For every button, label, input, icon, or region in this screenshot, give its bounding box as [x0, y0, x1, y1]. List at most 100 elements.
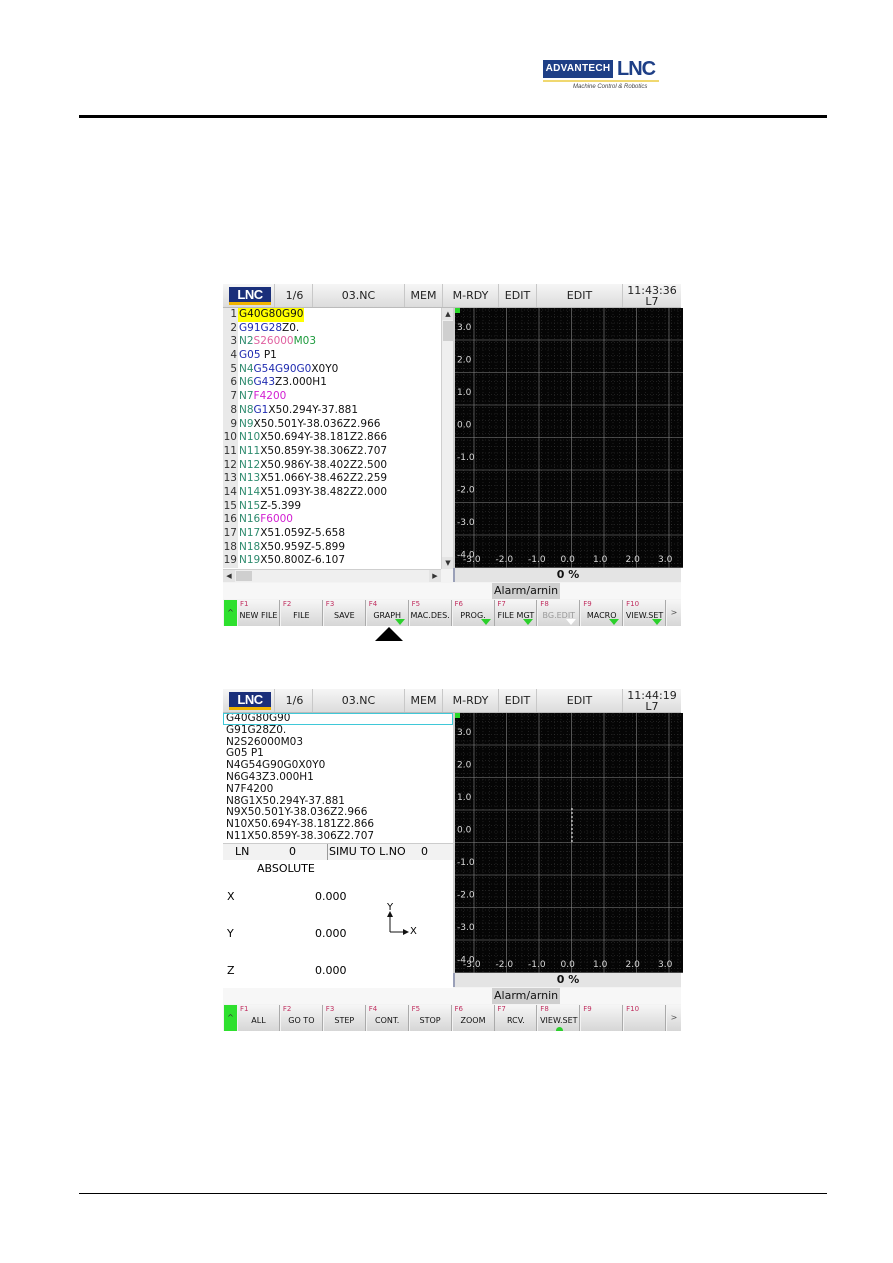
code-token: N11: [239, 444, 261, 457]
status-bar: LNC 1/6 03.NC MEM M-RDY EDIT EDIT 11:44:…: [223, 689, 681, 713]
submenu-indicator-icon: [652, 619, 663, 625]
y-tick-label: 3.0: [457, 728, 472, 738]
program-line[interactable]: N7F4200: [223, 783, 453, 796]
line-number: 3: [223, 335, 238, 350]
function-key-label: F5: [411, 1005, 421, 1013]
softkey-up-button[interactable]: ^: [224, 1005, 237, 1031]
alarm-warning-tab[interactable]: Alarm/arnin: [492, 988, 561, 1004]
softkey-f6[interactable]: F6 ZOOM: [452, 1005, 495, 1031]
program-listing[interactable]: 1 G40G80G90 2 G91G28Z0. 3 N2S26000M03 4 G05 P1 5…: [223, 308, 441, 569]
softkey-label: STOP: [419, 1016, 441, 1025]
softkey-f6[interactable]: F6 PROG.: [452, 600, 495, 626]
program-line[interactable]: 11 N11X50.859Y-38.306Z2.707: [223, 444, 441, 459]
program-line[interactable]: 17 N17X51.059Z-5.658: [223, 527, 441, 541]
softkey-more-button[interactable]: >: [667, 600, 681, 626]
program-line[interactable]: 3 N2S26000M03: [223, 335, 441, 350]
softkey-f2[interactable]: F2 GO TO: [280, 1005, 323, 1031]
softkey-f4[interactable]: F4 CONT.: [366, 1005, 409, 1031]
simu-to-line-value[interactable]: 0: [421, 844, 428, 860]
x-tick-label: -2.0: [496, 555, 514, 565]
horizontal-scrollbar[interactable]: ◀ ▶: [223, 569, 441, 582]
program-listing[interactable]: G40G80G90 G91G28Z0. N2S26000M03 G05 P1 N4G54…: [223, 713, 453, 843]
program-line[interactable]: 10 N10X50.694Y-38.181Z2.866: [223, 431, 441, 445]
line-code: N13X51.066Y-38.462Z2.259: [238, 472, 387, 486]
softkey-f10[interactable]: F10 VIEW.SET: [624, 600, 667, 626]
program-line[interactable]: 18 N18X50.959Z-5.899: [223, 540, 441, 555]
program-line[interactable]: N11X50.859Y-38.306Z2.707: [223, 830, 453, 843]
softkey-f1[interactable]: F1 NEW FILE: [238, 600, 280, 626]
cnc-edit-screen: LNC 1/6 03.NC MEM M-RDY EDIT EDIT 11:43:…: [223, 284, 683, 626]
code-token: N2: [239, 335, 254, 348]
program-line[interactable]: 16 N16F6000: [223, 513, 441, 528]
program-line[interactable]: 9 N9X50.501Y-38.036Z2.966: [223, 417, 441, 432]
softkey-f9[interactable]: F9: [581, 1005, 624, 1031]
x-tick-label: 0.0: [561, 960, 576, 970]
softkey-f3[interactable]: F3 SAVE: [323, 600, 366, 626]
softkey-f5[interactable]: F5 STOP: [409, 1005, 452, 1031]
scroll-thumb[interactable]: [443, 321, 453, 341]
program-line[interactable]: 5 N4G54G90G0X0Y0: [223, 362, 441, 377]
function-key-label: F1: [240, 1005, 249, 1013]
program-line[interactable]: N6G43Z3.000H1: [223, 771, 453, 784]
program-line[interactable]: G91G28Z0.: [223, 724, 453, 737]
machine-status: M-RDY: [443, 284, 499, 307]
program-line[interactable]: 19 N19X50.800Z-6.107: [223, 554, 441, 569]
softkey-f9[interactable]: F9 MACRO: [581, 600, 624, 626]
program-line[interactable]: 12 N12X50.986Y-38.402Z2.500: [223, 458, 441, 473]
origin-marker: [455, 308, 460, 313]
softkey-f1[interactable]: F1 ALL: [238, 1005, 280, 1031]
line-number: 4: [223, 349, 238, 363]
function-key-label: F8: [540, 600, 549, 608]
toolpath-graph[interactable]: 3.0 2.0 1.0 0.0 -1.0 -2.0 -3.0 -4.0 -3.0 -2.0 -1.0…: [453, 308, 683, 568]
program-line[interactable]: 8 N8G1X50.294Y-37.881: [223, 403, 441, 418]
softkey-up-button[interactable]: ^: [224, 600, 237, 626]
axis-y-label: Y: [227, 927, 234, 940]
softkey-label: GO TO: [288, 1016, 315, 1025]
line-code: N16F6000: [238, 513, 293, 527]
program-line[interactable]: 1 G40G80G90: [223, 308, 441, 322]
operation-mode-detail: EDIT: [537, 284, 623, 307]
program-line[interactable]: 4 G05 P1: [223, 349, 441, 363]
softkey-bar: ^ F1 NEW FILE F2 FILE F3 SAVE F4 GRAPH F5 MAC.DES…: [223, 600, 681, 626]
line-code: N9X50.501Y-38.036Z2.966: [238, 418, 380, 432]
program-line[interactable]: 13 N13X51.066Y-38.462Z2.259: [223, 472, 441, 486]
softkey-f5[interactable]: F5 MAC.DES.: [409, 600, 452, 626]
line-number: 19: [223, 554, 238, 569]
program-line[interactable]: 15 N15Z-5.399: [223, 499, 441, 514]
softkey-f7[interactable]: F7 FILE MGT: [495, 600, 538, 626]
softkey-f7[interactable]: F7 RCV.: [495, 1005, 538, 1031]
line-code: N4G54G90G0X0Y0: [238, 363, 338, 377]
program-line[interactable]: 6 N6G43Z3.000H1: [223, 376, 441, 391]
code-token: Z0.: [282, 321, 300, 334]
program-line[interactable]: 14 N14X51.093Y-38.482Z2.000: [223, 485, 441, 500]
softkey-label: NEW FILE: [239, 611, 278, 620]
scroll-thumb[interactable]: [236, 571, 252, 581]
softkey-label: MAC.DES.: [410, 611, 450, 620]
code-token: N12: [239, 458, 261, 471]
code-token: X0Y0: [311, 362, 339, 375]
line-code: N18X50.959Z-5.899: [238, 541, 345, 555]
program-line[interactable]: 2 G91G28Z0.: [223, 321, 441, 336]
page-indicator: 1/6: [277, 284, 313, 307]
function-key-label: F5: [411, 600, 421, 608]
y-tick-label: -2.0: [457, 486, 475, 496]
code-token: G1: [253, 403, 269, 416]
line-number: 8: [223, 403, 238, 418]
softkey-f3[interactable]: F3 STEP: [323, 1005, 366, 1031]
softkey-f8[interactable]: F8 VIEW.SET: [538, 1005, 581, 1031]
softkey-f4[interactable]: F4 GRAPH: [366, 600, 409, 626]
lnc-logo: LNC: [225, 284, 275, 307]
function-key-label: F10: [626, 1005, 640, 1013]
softkey-f8[interactable]: F8 BG.EDIT: [538, 600, 581, 626]
softkey-f10[interactable]: F10: [624, 1005, 667, 1031]
code-token: Z-5.399: [260, 499, 302, 512]
toolpath-graph[interactable]: 3.0 2.0 1.0 0.0 -1.0 -2.0 -3.0 -4.0 -3.0 -2.0 -1.0…: [453, 713, 683, 973]
code-token: X51.066Y-38.462Z2.259: [260, 472, 388, 485]
scroll-left-icon[interactable]: ◀: [223, 570, 235, 582]
alarm-warning-tab[interactable]: Alarm/arnin: [492, 583, 561, 599]
active-indicator-icon: [556, 1027, 564, 1031]
softkey-more-button[interactable]: >: [667, 1005, 681, 1031]
softkey-f2[interactable]: F2 FILE: [280, 600, 323, 626]
scroll-right-icon[interactable]: ▶: [429, 570, 441, 582]
program-line[interactable]: 7 N7F4200: [223, 390, 441, 404]
